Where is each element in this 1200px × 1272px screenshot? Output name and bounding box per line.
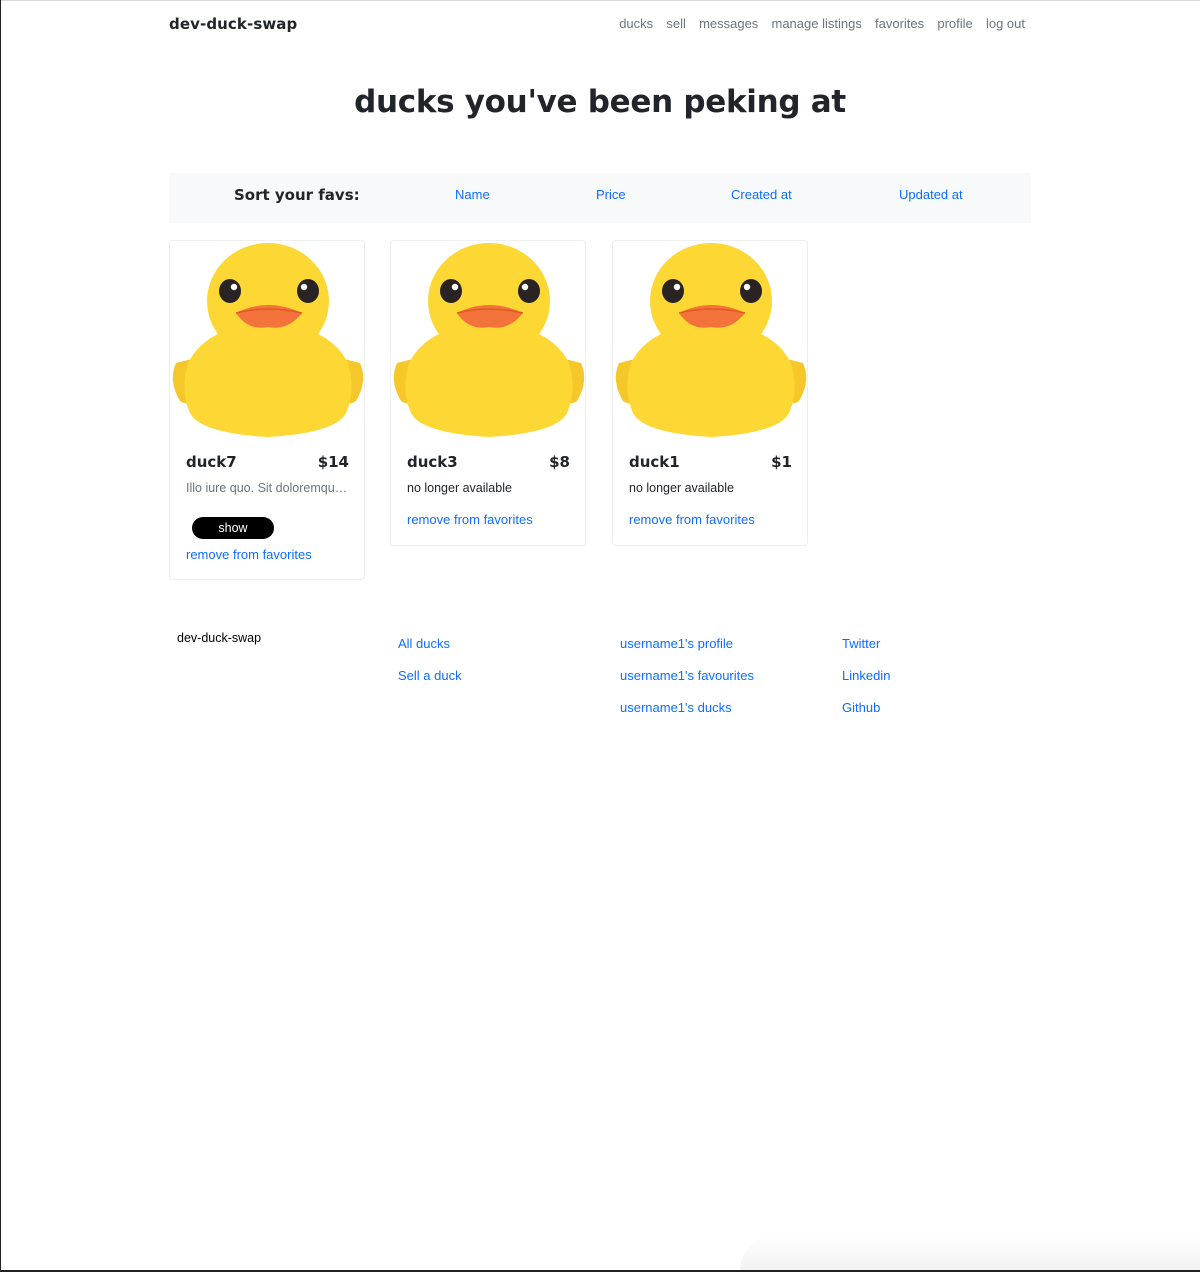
nav-link-messages[interactable]: messages [692, 12, 764, 36]
availability-status: no longer available [407, 481, 512, 495]
duck-price: $14 [317, 453, 349, 471]
duck-price: $1 [771, 453, 792, 471]
main-nav: ducks sell messages manage listings favo… [613, 12, 1025, 36]
footer-brand: dev-duck-swap [177, 631, 262, 645]
duck-name: duck1 [629, 453, 680, 471]
footer-link-favourites[interactable]: username1's favourites [620, 667, 754, 699]
rubber-duck-image [172, 243, 364, 437]
window-shadow [740, 1236, 1200, 1270]
duck-card: duck7 $14 Illo iure quo. Sit doloremque.… [169, 240, 365, 580]
nav-link-manage-listings[interactable]: manage listings [765, 12, 869, 36]
sort-by-created-link[interactable]: Created at [731, 173, 792, 217]
duck-name: duck3 [407, 453, 458, 471]
footer-column-social: Twitter Linkedin Github [842, 635, 890, 731]
rubber-duck-image [393, 243, 585, 437]
footer-link-github[interactable]: Github [842, 699, 890, 731]
footer-link-linkedin[interactable]: Linkedin [842, 667, 890, 699]
sort-by-price-link[interactable]: Price [596, 173, 626, 217]
footer-link-all-ducks[interactable]: All ducks [398, 635, 462, 667]
footer-link-twitter[interactable]: Twitter [842, 635, 890, 667]
sort-bar: Sort your favs: Name Price Created at Up… [169, 173, 1031, 223]
page-title: ducks you've been peking at [354, 84, 846, 120]
availability-status: no longer available [629, 481, 734, 495]
show-button[interactable]: show [192, 517, 274, 539]
nav-link-profile[interactable]: profile [931, 12, 980, 36]
window-left-border [0, 0, 1, 1272]
nav-link-log-out[interactable]: log out [979, 12, 1025, 36]
sort-by-name-link[interactable]: Name [455, 173, 490, 217]
nav-link-ducks[interactable]: ducks [613, 12, 660, 36]
duck-price: $8 [549, 453, 570, 471]
duck-card: duck3 $8 no longer available remove from… [390, 240, 586, 546]
window-top-border [0, 0, 1200, 1]
footer-column-ducks: All ducks Sell a duck [398, 635, 462, 699]
duck-card: duck1 $1 no longer available remove from… [612, 240, 808, 546]
nav-link-sell[interactable]: sell [660, 12, 693, 36]
rubber-duck-image [615, 243, 807, 437]
remove-from-favorites-link[interactable]: remove from favorites [629, 511, 755, 529]
nav-link-favorites[interactable]: favorites [868, 12, 930, 36]
sort-label: Sort your favs: [234, 186, 360, 204]
footer-link-profile[interactable]: username1's profile [620, 635, 754, 667]
sort-by-updated-link[interactable]: Updated at [899, 173, 963, 217]
footer-link-sell-a-duck[interactable]: Sell a duck [398, 667, 462, 699]
remove-from-favorites-link[interactable]: remove from favorites [407, 511, 533, 529]
duck-description: Illo iure quo. Sit doloremque... [186, 481, 350, 495]
duck-name: duck7 [186, 453, 237, 471]
brand-logo-link[interactable]: dev-duck-swap [169, 12, 297, 36]
footer-link-my-ducks[interactable]: username1's ducks [620, 699, 754, 731]
footer-column-user: username1's profile username1's favourit… [620, 635, 754, 731]
remove-from-favorites-link[interactable]: remove from favorites [186, 546, 312, 564]
